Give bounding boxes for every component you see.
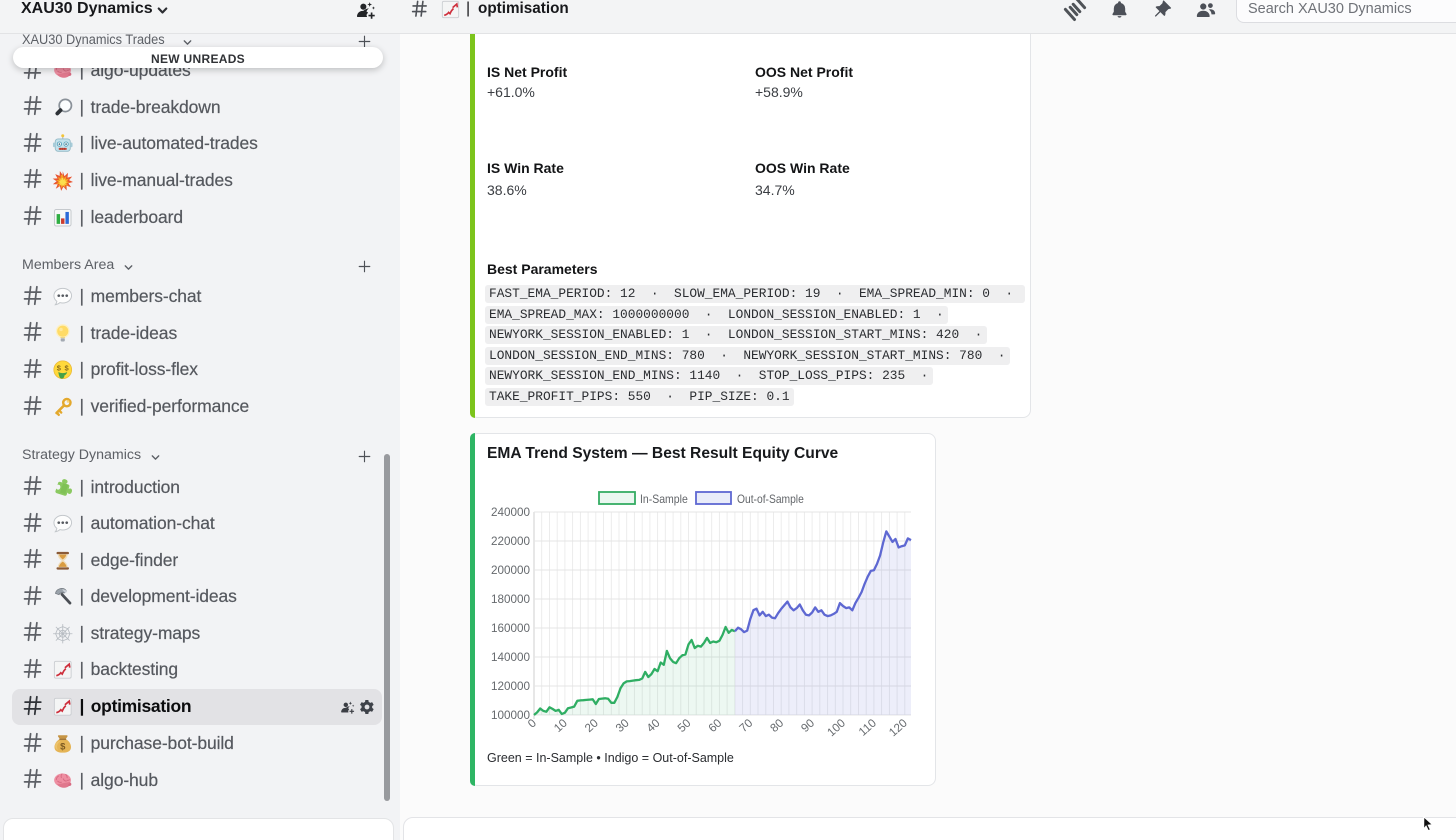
svg-text:40: 40 (644, 716, 663, 735)
svg-text:0: 0 (525, 716, 539, 730)
svg-text:200000: 200000 (491, 564, 531, 577)
svg-text:120: 120 (887, 716, 911, 739)
svg-text:100: 100 (825, 716, 849, 739)
svg-text:110: 110 (856, 716, 879, 738)
svg-text:240000: 240000 (491, 506, 531, 519)
svg-text:30: 30 (613, 716, 632, 735)
svg-text:80: 80 (768, 716, 787, 735)
svg-text:90: 90 (799, 716, 818, 735)
svg-text:180000: 180000 (491, 593, 531, 606)
svg-text:220000: 220000 (491, 535, 531, 548)
svg-text:120000: 120000 (491, 680, 531, 693)
svg-text:10: 10 (552, 716, 571, 735)
svg-text:160000: 160000 (491, 622, 531, 635)
svg-text:20: 20 (582, 716, 601, 735)
svg-text:In-Sample: In-Sample (640, 493, 688, 506)
svg-text:140000: 140000 (491, 651, 531, 664)
svg-text:50: 50 (675, 716, 694, 735)
svg-text:60: 60 (706, 716, 725, 735)
svg-text:$: $ (60, 742, 66, 753)
svg-text:70: 70 (737, 716, 756, 735)
svg-text:Out-of-Sample: Out-of-Sample (737, 493, 804, 506)
svg-text:100000: 100000 (491, 709, 531, 722)
